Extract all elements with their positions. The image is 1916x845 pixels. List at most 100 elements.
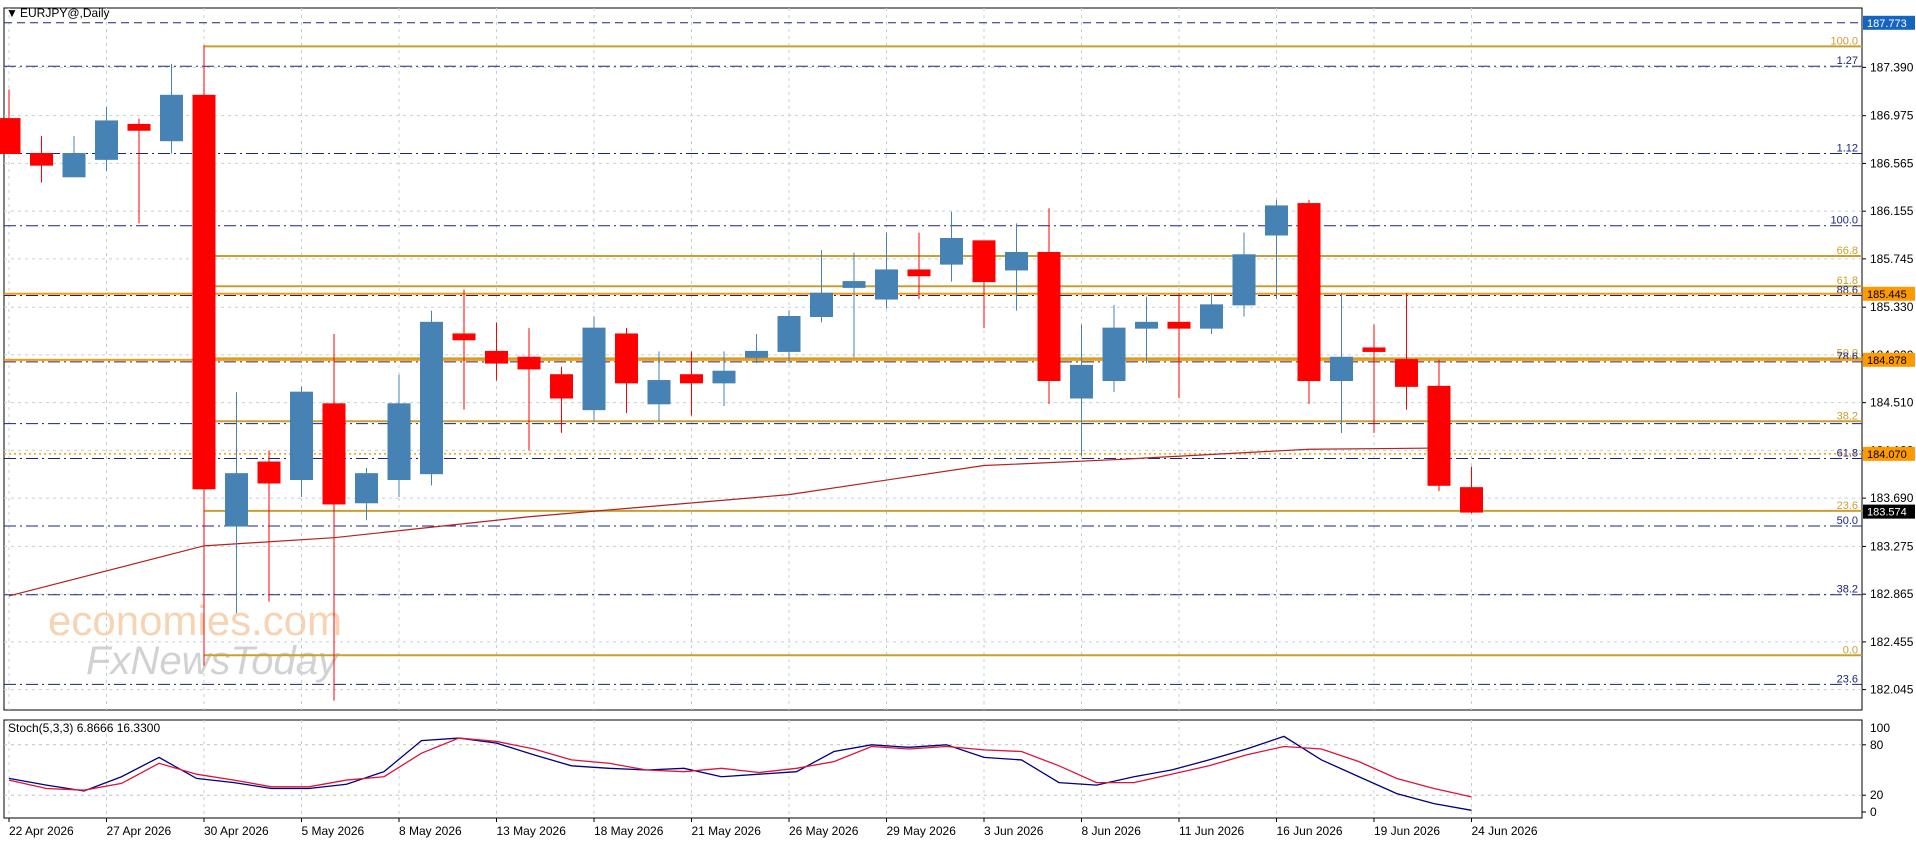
y-tick-label: 182.455 — [1870, 635, 1914, 649]
candle-body — [160, 94, 183, 142]
fib-label: 38.2 — [1837, 584, 1858, 596]
candle-body — [517, 356, 541, 370]
candle-body — [680, 374, 703, 384]
y-tick-label: 186.975 — [1870, 109, 1914, 123]
candle-body — [1167, 321, 1191, 329]
x-tick-label: 13 May 2026 — [497, 824, 567, 838]
chart-background — [0, 0, 1916, 840]
y-tick-label: 183.275 — [1870, 539, 1914, 553]
fib-label: 78.6 — [1837, 351, 1858, 363]
x-tick-label: 8 Jun 2026 — [1082, 824, 1142, 838]
candle-body — [777, 316, 801, 352]
fib-label: 66.8 — [1837, 245, 1858, 257]
candle-body — [62, 153, 86, 178]
fib-label: 23.6 — [1837, 500, 1858, 512]
stoch-y-tick-label: 100 — [1870, 721, 1890, 735]
symbol-label: EURJPY@,Daily — [20, 6, 110, 20]
candle-body — [30, 153, 53, 166]
candle-body — [1265, 205, 1288, 236]
chart-area: economies.com FxNewsToday 100.0 1.27 1.12 1… — [0, 0, 1916, 840]
fib-label: 38.2 — [1837, 410, 1858, 422]
y-tick-label: 184.510 — [1870, 396, 1914, 410]
x-tick-label: 3 Jun 2026 — [984, 824, 1044, 838]
candle-body — [127, 123, 151, 131]
candle-body — [875, 269, 898, 300]
candle-body — [322, 403, 346, 505]
candle-body — [485, 350, 508, 364]
candle-body — [1232, 254, 1256, 306]
candle-body — [420, 321, 443, 475]
candle-body — [712, 370, 736, 384]
watermark-fxnewstoday: FxNewsToday — [86, 639, 341, 683]
y-tick-label: 182.865 — [1870, 587, 1914, 601]
candle-body — [1297, 203, 1321, 382]
y-tick-label: 183.690 — [1870, 491, 1914, 505]
stoch-y-tick-label: 20 — [1870, 788, 1884, 802]
price-badge: 183.574 — [1867, 507, 1907, 519]
fib-label: 50.0 — [1837, 515, 1858, 527]
candle-body — [355, 473, 378, 504]
price-badge: 185.445 — [1867, 289, 1907, 301]
x-tick-label: 16 Jun 2026 — [1277, 824, 1343, 838]
y-tick-label: 185.745 — [1870, 252, 1914, 266]
candle-body — [1037, 251, 1061, 382]
x-tick-label: 5 May 2026 — [302, 824, 365, 838]
x-tick-label: 21 May 2026 — [692, 824, 762, 838]
x-tick-label: 26 May 2026 — [789, 824, 859, 838]
fib-label: 1.12 — [1837, 143, 1858, 155]
candle-body — [1362, 347, 1386, 352]
candle-body — [95, 120, 118, 160]
candle-body — [810, 292, 833, 318]
fib-label: 23.6 — [1837, 673, 1858, 685]
price-badge: 184.070 — [1867, 449, 1907, 461]
x-tick-label: 27 Apr 2026 — [107, 824, 172, 838]
candle-body — [550, 374, 573, 399]
chart-svg: economies.com FxNewsToday 100.0 1.27 1.12 1… — [0, 0, 1916, 840]
candle-body — [290, 391, 313, 480]
candle-body — [192, 94, 216, 490]
candle-body — [1102, 327, 1126, 382]
y-tick-label: 187.390 — [1870, 60, 1914, 74]
y-tick-label: 185.330 — [1870, 300, 1914, 314]
fib-label: 100.0 — [1830, 35, 1858, 47]
candle-body — [257, 461, 281, 484]
stoch-label: Stoch(5,3,3) 6.8666 16.3300 — [8, 721, 160, 735]
stoch-y-tick-label: 80 — [1870, 738, 1884, 752]
watermark-economies: economies.com — [48, 597, 342, 644]
x-tick-label: 19 Jun 2026 — [1374, 824, 1440, 838]
candle-body — [452, 333, 476, 341]
x-tick-label: 24 Jun 2026 — [1472, 824, 1538, 838]
price-badge: 187.773 — [1867, 18, 1907, 30]
candle-body — [1395, 359, 1418, 387]
candle-body — [647, 380, 671, 405]
x-tick-label: 11 Jun 2026 — [1179, 824, 1244, 838]
candle-body — [1135, 321, 1158, 329]
candle-body — [0, 118, 21, 155]
candle-body — [387, 403, 411, 480]
candle-body — [1330, 356, 1353, 382]
stoch-y-tick-label: 0 — [1870, 805, 1877, 819]
candle-body — [1005, 251, 1028, 271]
chart-arrow-icon: ▼ — [6, 6, 18, 20]
candle-body — [225, 473, 248, 527]
candle-body — [1460, 487, 1483, 513]
price-badge: 184.878 — [1867, 355, 1907, 367]
y-tick-label: 182.045 — [1870, 683, 1914, 697]
watermark: economies.com FxNewsToday — [48, 597, 342, 683]
candle-body — [907, 269, 931, 277]
candle-body — [842, 281, 866, 288]
candle-body — [745, 350, 768, 358]
x-tick-label: 29 May 2026 — [887, 824, 957, 838]
x-tick-label: 18 May 2026 — [594, 824, 664, 838]
candle-body — [1427, 385, 1451, 486]
x-tick-label: 30 Apr 2026 — [204, 824, 269, 838]
candle-body — [615, 333, 638, 384]
fib-label: 1.27 — [1837, 55, 1858, 67]
candle-body — [1070, 364, 1093, 399]
y-tick-label: 186.155 — [1870, 204, 1914, 218]
x-tick-label: 22 Apr 2026 — [9, 824, 74, 838]
x-tick-label: 8 May 2026 — [399, 824, 462, 838]
fib-label: 100.0 — [1830, 215, 1858, 227]
y-tick-label: 186.565 — [1870, 156, 1914, 170]
candle-body — [582, 327, 606, 411]
